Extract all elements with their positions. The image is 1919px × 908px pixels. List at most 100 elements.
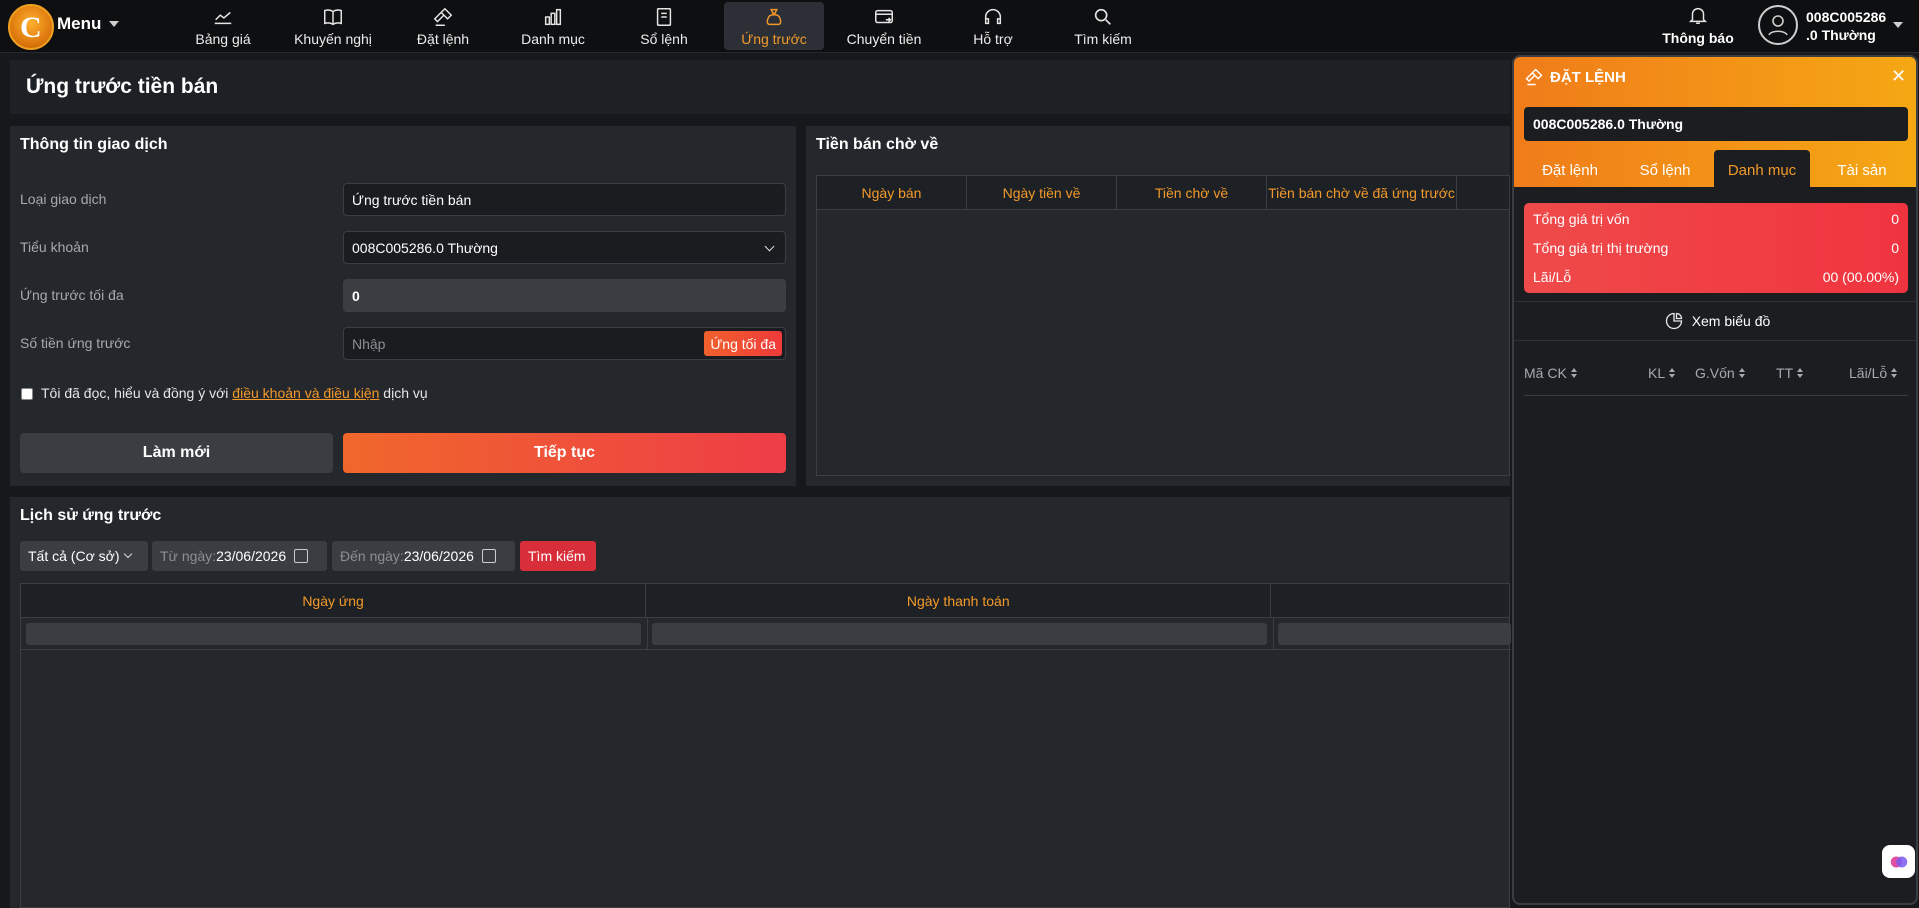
column-header[interactable]: Ngày bán <box>817 176 967 209</box>
nav-item-ung-truoc[interactable]: Ứng trước <box>724 2 824 50</box>
column-label: TT <box>1776 365 1794 381</box>
gavel-icon <box>433 7 453 26</box>
nav-label: Hỗ trợ <box>973 31 1013 47</box>
summary-value: 0 <box>1891 240 1899 256</box>
panel-account-select[interactable]: 008C005286.0 Thường <box>1524 107 1908 141</box>
column-header[interactable]: Tiền chờ về <box>1117 176 1267 209</box>
card-transfer-icon <box>875 9 893 24</box>
amount-input[interactable]: Nhập Ứng tối đa <box>343 327 786 360</box>
page-header: Ứng trước tiền bán <box>10 60 1510 114</box>
column-header-gia-von[interactable]: G.Vốn <box>1695 365 1745 381</box>
column-header[interactable]: Ngày tiền về <box>967 176 1117 209</box>
nav-item-danh-muc[interactable]: Danh mục <box>514 2 592 50</box>
from-date-input[interactable]: Từ ngày: 23/06/2026 <box>152 541 327 571</box>
headset-icon <box>984 9 1002 25</box>
nav-label: Ứng trước <box>741 31 807 47</box>
page-title: Ứng trước tiền bán <box>26 75 219 98</box>
panel-account-value: 008C005286.0 Thường <box>1533 116 1684 132</box>
column-header[interactable]: Tiền bán chờ về đã ứng trước <box>1267 176 1457 209</box>
to-date-input[interactable]: Đến ngày: 23/06/2026 <box>332 541 515 571</box>
nav-item-bang-gia[interactable]: Bảng giá <box>192 2 254 50</box>
transaction-type-value: Ứng trước tiền bán <box>352 191 472 208</box>
terms-checkbox[interactable] <box>21 388 33 400</box>
nav-item-chuyen-tien[interactable]: Chuyển tiền <box>842 2 926 50</box>
nav-label: Tìm kiếm <box>1074 31 1132 47</box>
type-label: Loại giao dịch <box>20 191 107 207</box>
panel-title: ĐẶT LỆNH <box>1550 69 1626 86</box>
notebook-icon <box>656 8 672 26</box>
brand-logo[interactable]: C <box>8 4 54 50</box>
notifications-button[interactable]: Thông báo <box>1660 4 1736 46</box>
agree-prefix: Tôi đã đọc, hiểu và đồng ý với <box>41 385 229 401</box>
pending-table-body <box>816 210 1510 476</box>
view-chart-button[interactable]: Xem biểu đồ <box>1514 301 1916 341</box>
column-label: Lãi/Lỗ <box>1849 365 1888 381</box>
chevron-down-icon <box>124 549 133 559</box>
column-divider <box>647 618 648 650</box>
type-filter-select[interactable]: Tất cả (Cơ sở) <box>20 541 148 571</box>
menu-button[interactable]: Menu <box>57 14 120 34</box>
tab-so-lenh[interactable]: Sổ lệnh <box>1619 150 1711 190</box>
avatar[interactable] <box>1758 5 1798 45</box>
money-bag-icon <box>766 8 782 26</box>
top-navigation-bar: C Menu Bảng giá Khuyến nghị Đặt lệnh Dan… <box>0 0 1919 53</box>
subaccount-label: Tiểu khoản <box>20 239 89 255</box>
search-button[interactable]: Tìm kiếm <box>520 541 596 571</box>
card-title: Tiền bán chờ về <box>816 136 939 153</box>
nav-item-so-lenh[interactable]: Sổ lệnh <box>633 2 695 50</box>
nav-label: Đặt lệnh <box>416 31 470 47</box>
column-header[interactable]: Ngày thanh toán <box>646 584 1272 617</box>
column-label: KL <box>1648 365 1666 381</box>
column-filter-input[interactable] <box>1278 623 1511 645</box>
tab-tai-san[interactable]: Tài sản <box>1814 150 1910 190</box>
chevron-down-icon[interactable] <box>1893 22 1903 28</box>
column-filter-input[interactable] <box>652 623 1267 645</box>
search-icon <box>1094 8 1111 25</box>
sort-icon <box>1570 368 1577 378</box>
to-date-label: Đến ngày: <box>340 548 404 564</box>
max-advance-label: Ứng trước tối đa <box>20 287 124 303</box>
advance-max-button[interactable]: Ứng tối đa <box>704 331 782 356</box>
portfolio-summary: Tổng giá trị vốn 0 Tổng giá trị thị trườ… <box>1524 203 1908 293</box>
column-header-ma-ck[interactable]: Mã CK <box>1524 365 1577 381</box>
close-icon[interactable]: ✕ <box>1891 66 1906 87</box>
from-date-label: Từ ngày: <box>160 548 217 564</box>
tab-dat-lenh[interactable]: Đặt lệnh <box>1524 150 1616 190</box>
column-header[interactable] <box>1271 584 1509 617</box>
column-header-tt[interactable]: TT <box>1776 365 1804 381</box>
menu-label: Menu <box>57 14 102 33</box>
column-filter-input[interactable] <box>26 623 641 645</box>
from-date-value: 23/06/2026 <box>216 548 287 564</box>
column-header-lai-lo[interactable]: Lãi/Lỗ <box>1849 365 1898 381</box>
summary-row: Tổng giá trị vốn 0 <box>1533 211 1899 227</box>
gavel-icon <box>1525 68 1543 86</box>
column-header[interactable]: Ngày ứng <box>21 584 647 617</box>
summary-row: Lãi/Lỗ 00 (00.00%) <box>1533 269 1899 285</box>
tab-danh-muc[interactable]: Danh mục <box>1714 150 1810 190</box>
reset-button[interactable]: Làm mới <box>20 433 333 473</box>
nav-item-khuyen-nghi[interactable]: Khuyến nghị <box>290 2 376 50</box>
chevron-down-icon <box>764 241 775 252</box>
book-open-icon <box>324 9 342 26</box>
subaccount-select[interactable]: 008C005286.0 Thường <box>343 231 786 264</box>
column-header-kl[interactable]: KL <box>1648 365 1676 381</box>
subaccount-value: 008C005286.0 Thường <box>352 239 498 256</box>
ai-assistant-button[interactable] <box>1882 845 1915 878</box>
sort-icon <box>1797 368 1804 378</box>
nav-item-tim-kiem[interactable]: Tìm kiếm <box>1070 2 1136 50</box>
card-title: Thông tin giao dịch <box>20 136 168 153</box>
bell-icon <box>1688 7 1708 24</box>
terms-agreement: Tôi đã đọc, hiểu và đồng ý với điều khoả… <box>41 385 428 401</box>
pending-table-header: Ngày bán Ngày tiền về Tiền chờ về Tiền b… <box>816 175 1510 210</box>
history-table-header: Ngày ứng Ngày thanh toán <box>20 583 1510 618</box>
column-divider <box>1273 618 1274 650</box>
nav-item-ho-tro[interactable]: Hỗ trợ <box>965 2 1021 50</box>
sort-icon <box>1891 368 1898 378</box>
divider <box>1524 395 1908 396</box>
account-switcher[interactable]: 008C005286 .0 Thường <box>1806 8 1886 44</box>
nav-item-dat-lenh[interactable]: Đặt lệnh <box>410 2 476 50</box>
bar-chart-icon <box>544 8 562 26</box>
sort-icon <box>1669 368 1676 378</box>
terms-link[interactable]: điều khoản và điều kiện <box>232 385 379 401</box>
continue-button[interactable]: Tiếp tục <box>343 433 786 473</box>
